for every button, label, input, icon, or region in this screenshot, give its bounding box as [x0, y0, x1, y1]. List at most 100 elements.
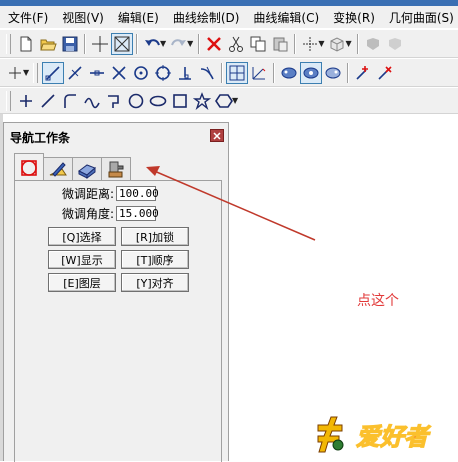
angle-snap-button[interactable]: [248, 62, 270, 84]
arc-icon: [64, 93, 76, 108]
menu-edit[interactable]: 编辑(E): [110, 9, 159, 26]
logo-mascot-ball: [332, 439, 344, 451]
save-icon: [62, 36, 78, 51]
surface-mesh-icon: [325, 67, 341, 78]
menu-transform[interactable]: 变换(R): [325, 9, 375, 26]
surface-edit-button[interactable]: [300, 61, 323, 84]
redo-button[interactable]: [168, 33, 190, 55]
draw-spline-button[interactable]: [81, 90, 103, 112]
menu-curve-edit[interactable]: 曲线编辑(C): [245, 9, 319, 26]
toolbar-grip[interactable]: [6, 90, 11, 111]
new-file-icon: [20, 36, 32, 51]
nudge-distance-input[interactable]: 100.00: [116, 185, 159, 201]
line-icon: [41, 93, 55, 108]
select-button[interactable]: [Q]选择: [48, 227, 116, 246]
point-mode-button[interactable]: [4, 62, 26, 84]
toolbar-draw: ▼: [0, 87, 458, 114]
tab-select-body: [14, 180, 222, 462]
point-add-icon: [356, 65, 369, 80]
ellipse-icon: [149, 95, 167, 106]
snap-endpoint-button[interactable]: [42, 61, 65, 84]
paste-button[interactable]: [269, 33, 291, 55]
draw-polyline-button[interactable]: [103, 90, 125, 112]
menu-file[interactable]: 文件(F): [0, 9, 48, 26]
snap-midpoint-icon: [68, 65, 82, 80]
toolbar-separator: [356, 33, 359, 54]
draw-circle-button[interactable]: [125, 90, 147, 112]
box-cross-button[interactable]: [111, 32, 133, 55]
snap-midpoint-button[interactable]: [64, 62, 86, 84]
draw-star-button[interactable]: [191, 90, 213, 112]
close-icon: [213, 131, 221, 140]
nudge-angle-input[interactable]: 15.000: [116, 205, 159, 221]
render-shade-button[interactable]: [362, 33, 384, 55]
surface-shade-button[interactable]: [278, 62, 300, 84]
watermark-logo: 爱好者: [317, 416, 432, 453]
snap-tangent-button[interactable]: [196, 62, 218, 84]
menu-view[interactable]: 视图(V): [54, 9, 104, 26]
point-add-button[interactable]: [352, 62, 374, 84]
menu-geometry-surface[interactable]: 几何曲面(S): [381, 9, 454, 26]
cube-view-icon: [330, 36, 344, 52]
cut-button[interactable]: [225, 33, 247, 55]
view-cube-button[interactable]: [326, 33, 348, 55]
snap-intersect-icon: [112, 65, 126, 80]
toolbar-separator: [84, 33, 86, 54]
snap-perpendicular-button[interactable]: [174, 62, 196, 84]
snap-tangent-icon: [201, 66, 214, 79]
order-button[interactable]: [T]顺序: [121, 250, 189, 269]
draw-arc-button[interactable]: [59, 90, 81, 112]
tab-select[interactable]: [14, 153, 44, 181]
save-button[interactable]: [59, 33, 81, 55]
pencil-ruler-icon: [49, 161, 67, 177]
toolbar-grip[interactable]: [33, 62, 39, 83]
open-file-button[interactable]: [37, 33, 59, 55]
snap-intersect-button[interactable]: [108, 62, 130, 84]
annotation-text: 点这个: [357, 293, 399, 309]
draw-point-button[interactable]: [15, 90, 37, 112]
surface-mesh-button[interactable]: [322, 62, 344, 84]
menu-curve-draw[interactable]: 曲线绘制(D): [165, 9, 240, 26]
crosshair-icon: [92, 35, 108, 52]
box-cross-icon: [114, 36, 130, 51]
draw-line-button[interactable]: [37, 90, 59, 112]
delete-button[interactable]: [203, 33, 225, 55]
tab-tool[interactable]: [101, 157, 131, 181]
snap-button[interactable]: [299, 33, 321, 55]
rectangle-icon: [173, 93, 187, 108]
delete-x-icon: [207, 36, 222, 51]
toolbar-separator: [221, 62, 224, 83]
redo-icon: [171, 38, 187, 46]
plus-icon: [20, 94, 32, 107]
grid-snap-button[interactable]: [226, 61, 249, 84]
panel-close-button[interactable]: [210, 129, 224, 142]
render-wire-button[interactable]: [384, 33, 406, 55]
undo-button[interactable]: [141, 33, 163, 55]
new-file-button[interactable]: [15, 33, 37, 55]
point-remove-icon: [378, 65, 392, 80]
navigation-panel: 导航工作条 微调距离: 100.00 微调角度: 15.000 [Q]选择 [R…: [3, 122, 229, 462]
menu-bar: 文件(F) 视图(V) 编辑(E) 曲线绘制(D) 曲线编辑(C) 变换(R) …: [0, 6, 458, 28]
toolbar-grip[interactable]: [6, 33, 11, 54]
snap-quadrant-button[interactable]: [152, 62, 174, 84]
nudge-angle-label: 微调角度:: [61, 206, 114, 221]
toolbar-separator: [136, 33, 138, 54]
snap-line-button[interactable]: [86, 62, 108, 84]
copy-button[interactable]: [247, 33, 269, 55]
draw-rectangle-button[interactable]: [169, 90, 191, 112]
crosshair-button[interactable]: [89, 33, 111, 55]
layer-button[interactable]: [E]图层: [48, 273, 116, 292]
lock-button[interactable]: [R]加锁: [121, 227, 189, 246]
tab-solid[interactable]: [72, 157, 102, 181]
nudge-distance-row: 微调距离: 100.00: [52, 185, 159, 201]
polyline-icon: [108, 94, 119, 108]
snap-center-button[interactable]: [130, 62, 152, 84]
display-button[interactable]: [W]显示: [48, 250, 116, 269]
draw-ellipse-button[interactable]: [147, 90, 169, 112]
draw-polygon-button[interactable]: [213, 90, 235, 112]
tab-edit[interactable]: [43, 157, 73, 181]
snap-cross-icon: [303, 36, 318, 51]
point-remove-button[interactable]: [374, 62, 396, 84]
align-button[interactable]: [Y]对齐: [121, 273, 189, 292]
surface-shade-icon: [281, 67, 297, 78]
